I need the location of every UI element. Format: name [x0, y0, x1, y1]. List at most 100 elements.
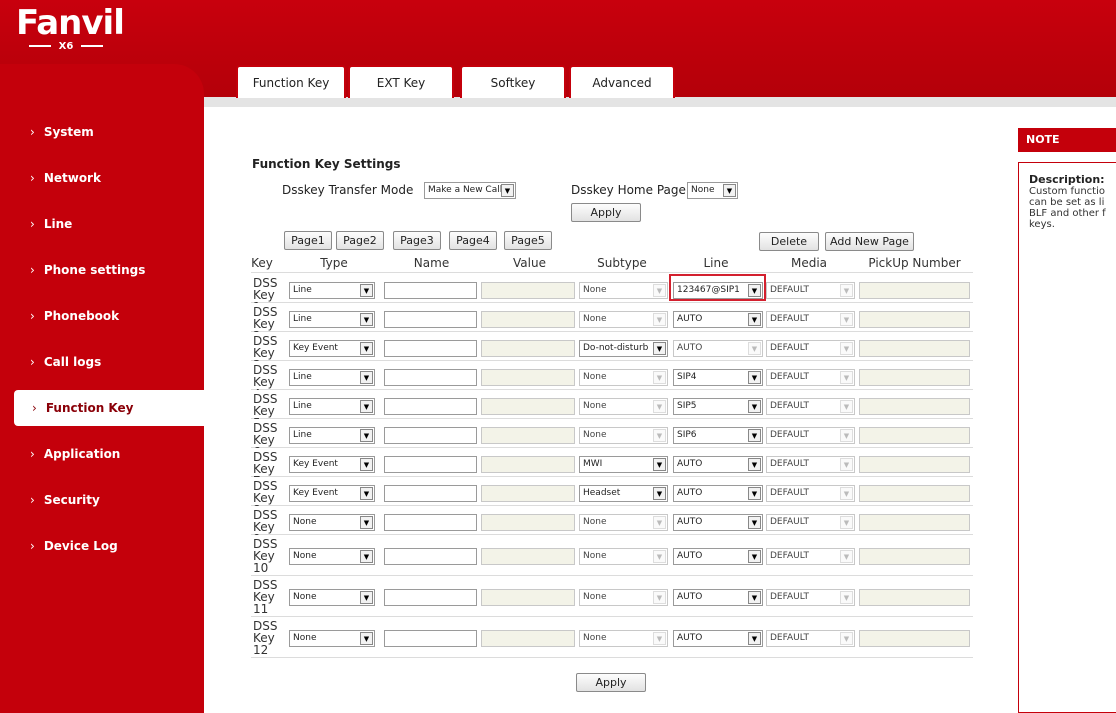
- line-select[interactable]: AUTO ▼: [673, 311, 763, 328]
- sidebar-item-label: Device Log: [43, 539, 118, 553]
- media-select[interactable]: DEFAULT ▼: [766, 589, 855, 606]
- type-select[interactable]: Key Event ▼: [289, 340, 375, 357]
- sidebar-item-application[interactable]: › Application: [0, 436, 200, 472]
- page-button-4[interactable]: Page4: [449, 231, 497, 250]
- line-select[interactable]: AUTO ▼: [673, 485, 763, 502]
- type-select[interactable]: None ▼: [289, 630, 375, 647]
- media-select[interactable]: DEFAULT ▼: [766, 282, 855, 299]
- sidebar-item-label: Phone settings: [43, 263, 146, 277]
- subtype-select[interactable]: None ▼: [579, 548, 668, 565]
- column-header-line: Line: [703, 256, 729, 270]
- subtype-select[interactable]: None ▼: [579, 311, 668, 328]
- sidebar-item-phone-settings[interactable]: › Phone settings: [0, 252, 200, 288]
- key-label: DSS Key 11: [253, 578, 278, 616]
- dropdown-arrow-icon: ▼: [840, 284, 853, 297]
- pickup-number-input: [859, 630, 970, 647]
- page-button-3[interactable]: Page3: [393, 231, 441, 250]
- media-select[interactable]: DEFAULT ▼: [766, 456, 855, 473]
- bottom-apply-button[interactable]: Apply: [576, 673, 646, 692]
- name-input[interactable]: [384, 398, 477, 415]
- name-input[interactable]: [384, 311, 477, 328]
- media-select[interactable]: DEFAULT ▼: [766, 427, 855, 444]
- type-select[interactable]: Line ▼: [289, 427, 375, 444]
- tab-ext-key[interactable]: EXT Key: [348, 65, 454, 98]
- name-input[interactable]: [384, 282, 477, 299]
- page-button-5[interactable]: Page5: [504, 231, 552, 250]
- type-select[interactable]: None ▼: [289, 548, 375, 565]
- media-select[interactable]: DEFAULT ▼: [766, 369, 855, 386]
- type-select[interactable]: Line ▼: [289, 369, 375, 386]
- name-input[interactable]: [384, 369, 477, 386]
- type-select[interactable]: Line ▼: [289, 282, 375, 299]
- type-select[interactable]: Key Event ▼: [289, 485, 375, 502]
- media-select[interactable]: DEFAULT ▼: [766, 398, 855, 415]
- media-select[interactable]: DEFAULT ▼: [766, 311, 855, 328]
- media-select[interactable]: DEFAULT ▼: [766, 340, 855, 357]
- subtype-select[interactable]: None ▼: [579, 514, 668, 531]
- page-button-2[interactable]: Page2: [336, 231, 384, 250]
- subtype-select[interactable]: None ▼: [579, 589, 668, 606]
- subtype-select[interactable]: None ▼: [579, 427, 668, 444]
- line-select[interactable]: AUTO ▼: [673, 589, 763, 606]
- line-select[interactable]: AUTO ▼: [673, 456, 763, 473]
- chevron-right-icon: ›: [30, 493, 35, 507]
- chevron-right-icon: ›: [30, 309, 35, 323]
- line-select[interactable]: AUTO ▼: [673, 514, 763, 531]
- name-input[interactable]: [384, 589, 477, 606]
- media-select[interactable]: DEFAULT ▼: [766, 485, 855, 502]
- line-select[interactable]: SIP4 ▼: [673, 369, 763, 386]
- page-button-1[interactable]: Page1: [284, 231, 332, 250]
- transfer-mode-select[interactable]: Make a New Call ▼: [424, 182, 516, 199]
- dropdown-arrow-icon: ▼: [840, 371, 853, 384]
- name-input[interactable]: [384, 340, 477, 357]
- column-header-type: Type: [320, 256, 348, 270]
- name-input[interactable]: [384, 485, 477, 502]
- subtype-select[interactable]: Do-not-disturb ▼: [579, 340, 668, 357]
- note-line: keys.: [1029, 219, 1055, 230]
- transfer-mode-label: Dsskey Transfer Mode: [282, 183, 414, 197]
- line-select[interactable]: SIP5 ▼: [673, 398, 763, 415]
- type-select[interactable]: Key Event ▼: [289, 456, 375, 473]
- type-select[interactable]: Line ▼: [289, 398, 375, 415]
- media-select[interactable]: DEFAULT ▼: [766, 548, 855, 565]
- media-select[interactable]: DEFAULT ▼: [766, 630, 855, 647]
- line-select[interactable]: AUTO ▼: [673, 340, 763, 357]
- tab-softkey[interactable]: Softkey: [460, 65, 566, 98]
- subtype-select[interactable]: None ▼: [579, 282, 668, 299]
- sidebar-item-call-logs[interactable]: › Call logs: [0, 344, 200, 380]
- pickup-number-input: [859, 427, 970, 444]
- apply-button[interactable]: Apply: [571, 203, 641, 222]
- sidebar-item-phonebook[interactable]: › Phonebook: [0, 298, 200, 334]
- dropdown-arrow-icon: ▼: [748, 458, 761, 471]
- subtype-select[interactable]: None ▼: [579, 369, 668, 386]
- sidebar-item-function-key[interactable]: › Function Key: [14, 390, 204, 426]
- delete-button[interactable]: Delete: [759, 232, 819, 251]
- line-select[interactable]: SIP6 ▼: [673, 427, 763, 444]
- dropdown-arrow-icon: ▼: [360, 342, 373, 355]
- type-select[interactable]: Line ▼: [289, 311, 375, 328]
- add-new-page-button[interactable]: Add New Page: [825, 232, 914, 251]
- sidebar-item-network[interactable]: › Network: [0, 160, 200, 196]
- name-input[interactable]: [384, 630, 477, 647]
- sidebar-item-system[interactable]: › System: [0, 114, 200, 150]
- sidebar-item-security[interactable]: › Security: [0, 482, 200, 518]
- name-input[interactable]: [384, 427, 477, 444]
- name-input[interactable]: [384, 548, 477, 565]
- home-page-select[interactable]: None ▼: [687, 182, 738, 199]
- tab-function-key[interactable]: Function Key: [236, 65, 346, 98]
- sidebar-item-device-log[interactable]: › Device Log: [0, 528, 200, 564]
- name-input[interactable]: [384, 514, 477, 531]
- line-select[interactable]: AUTO ▼: [673, 630, 763, 647]
- sidebar-item-line[interactable]: › Line: [0, 206, 200, 242]
- line-select[interactable]: AUTO ▼: [673, 548, 763, 565]
- subtype-select[interactable]: Headset ▼: [579, 485, 668, 502]
- name-input[interactable]: [384, 456, 477, 473]
- subtype-select[interactable]: None ▼: [579, 398, 668, 415]
- subtype-select[interactable]: None ▼: [579, 630, 668, 647]
- media-select[interactable]: DEFAULT ▼: [766, 514, 855, 531]
- type-select[interactable]: None ▼: [289, 589, 375, 606]
- type-select[interactable]: None ▼: [289, 514, 375, 531]
- value-input: [481, 589, 575, 606]
- subtype-select[interactable]: MWI ▼: [579, 456, 668, 473]
- tab-advanced[interactable]: Advanced: [569, 65, 675, 98]
